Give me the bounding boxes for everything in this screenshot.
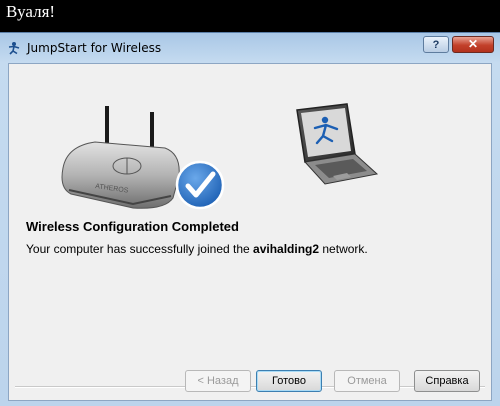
help-button[interactable]: Справка: [414, 370, 480, 392]
jumpstart-icon: [8, 42, 20, 55]
laptop-icon: [296, 103, 379, 185]
router-icon: ATHEROS: [61, 106, 180, 209]
message-text-start: Your computer has successfully joined th…: [26, 242, 254, 256]
message-text-end: network.: [319, 242, 368, 256]
caption-text: Вуаля!: [6, 2, 56, 21]
cancel-button[interactable]: Отмена: [334, 370, 400, 392]
network-name: avihalding2: [253, 242, 320, 256]
completion-heading: Wireless Configuration Completed: [26, 219, 239, 234]
done-button[interactable]: Готово: [256, 370, 322, 392]
close-button[interactable]: ✕: [452, 36, 494, 53]
title-bar[interactable]: JumpStart for Wireless ? ✕: [0, 33, 500, 63]
back-button[interactable]: < Назад: [185, 370, 251, 392]
completion-message: Your computer has successfully joined th…: [26, 242, 368, 256]
window-title: JumpStart for Wireless: [27, 41, 162, 55]
help-title-button[interactable]: ?: [423, 36, 449, 53]
checkmark-icon: [175, 160, 225, 210]
dialog-content: ATHEROS Wireless Configuration Completed…: [8, 63, 492, 401]
dialog-window: JumpStart for Wireless ? ✕ ATHEROS Wirel…: [0, 32, 500, 406]
